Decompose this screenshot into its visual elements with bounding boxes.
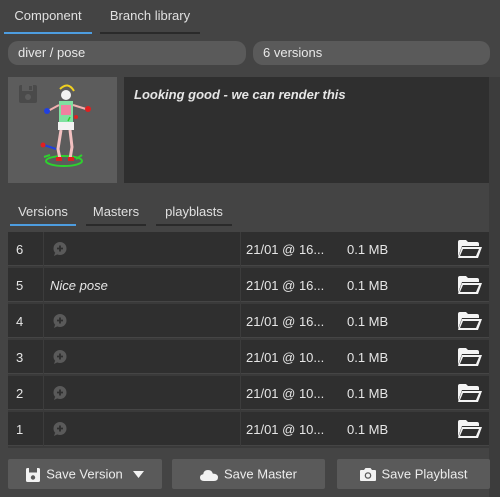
column-divider — [240, 412, 241, 446]
table-row[interactable]: 3 21/01 @ 10... 0.1 MB — [8, 340, 489, 374]
version-size: 0.1 MB — [347, 242, 389, 257]
save-master-label: Save Master — [224, 466, 297, 482]
table-row[interactable]: 4 21/01 @ 16... 0.1 MB — [8, 304, 489, 338]
version-size: 0.1 MB — [347, 422, 389, 437]
version-date: 21/01 @ 10... — [246, 350, 325, 365]
folder-icon[interactable] — [457, 383, 483, 403]
add-comment-icon[interactable] — [52, 421, 68, 437]
chevron-down-icon[interactable] — [132, 471, 144, 479]
column-divider — [43, 412, 44, 446]
tab-component[interactable]: Component — [4, 8, 92, 34]
column-divider — [240, 232, 241, 266]
folder-icon[interactable] — [457, 347, 483, 367]
column-divider — [43, 268, 44, 302]
tab-versions[interactable]: Versions — [10, 204, 76, 226]
add-comment-icon[interactable] — [52, 385, 68, 401]
save-playblast-button[interactable]: Save Playblast — [337, 459, 490, 489]
folder-icon[interactable] — [457, 419, 483, 439]
tab-versions-label: Versions — [18, 204, 68, 219]
version-size: 0.1 MB — [347, 278, 389, 293]
folder-icon[interactable] — [457, 311, 483, 331]
table-row[interactable]: 6 21/01 @ 16... 0.1 MB — [8, 232, 489, 266]
folder-icon[interactable] — [457, 239, 483, 259]
active-tab-indicator — [4, 32, 92, 34]
version-number: 2 — [16, 386, 24, 401]
version-number: 6 — [16, 242, 24, 257]
version-number: 1 — [16, 422, 24, 437]
add-comment-icon[interactable] — [52, 241, 68, 257]
versions-table: 6 21/01 @ 16... 0.1 MB 5 Nice pose 21/01… — [8, 232, 489, 448]
active-tab-indicator — [10, 224, 76, 226]
tab-masters-label: Masters — [92, 204, 140, 219]
top-tab-bar: Component Branch library — [0, 0, 500, 34]
column-divider — [240, 376, 241, 410]
tab-underline — [86, 224, 146, 226]
version-number: 4 — [16, 314, 24, 329]
column-divider — [43, 340, 44, 374]
sub-tab-bar: Versions Masters playblasts — [0, 196, 500, 228]
scrollbar[interactable] — [489, 77, 500, 497]
table-row[interactable]: 2 21/01 @ 10... 0.1 MB — [8, 376, 489, 410]
column-divider — [43, 232, 44, 266]
character-figure — [40, 84, 91, 167]
version-size: 0.1 MB — [347, 314, 389, 329]
version-comment[interactable]: Looking good - we can render this — [124, 77, 490, 183]
version-date: 21/01 @ 10... — [246, 422, 325, 437]
thumbnail[interactable] — [8, 77, 117, 183]
component-path-field: diver / pose — [8, 41, 246, 65]
folder-icon[interactable] — [457, 275, 483, 295]
column-divider — [240, 268, 241, 302]
column-divider — [43, 376, 44, 410]
save-playblast-label: Save Playblast — [381, 466, 468, 482]
version-size: 0.1 MB — [347, 350, 389, 365]
tab-underline — [156, 224, 232, 226]
save-version-button[interactable]: Save Version — [8, 459, 162, 489]
table-row[interactable]: 1 21/01 @ 10... 0.1 MB — [8, 412, 489, 446]
version-number: 5 — [16, 278, 24, 293]
camera-icon — [359, 468, 376, 482]
save-master-button[interactable]: Save Master — [172, 459, 325, 489]
save-version-label: Save Version — [46, 466, 123, 482]
save-icon — [26, 467, 41, 482]
column-divider — [43, 304, 44, 338]
version-number: 3 — [16, 350, 24, 365]
save-icon — [19, 85, 37, 103]
add-comment-icon[interactable] — [52, 349, 68, 365]
add-comment-icon[interactable] — [52, 313, 68, 329]
version-note[interactable]: Nice pose — [50, 278, 108, 293]
version-date: 21/01 @ 16... — [246, 242, 325, 257]
column-divider — [240, 304, 241, 338]
tab-playblasts-label: playblasts — [165, 204, 223, 219]
table-row[interactable]: 5 Nice pose 21/01 @ 16... 0.1 MB — [8, 268, 489, 302]
tab-component-label: Component — [14, 8, 82, 23]
cloud-icon — [200, 469, 218, 481]
tab-playblasts[interactable]: playblasts — [156, 204, 232, 226]
version-date: 21/01 @ 16... — [246, 314, 325, 329]
tab-branch-library[interactable]: Branch library — [100, 8, 200, 34]
column-divider — [240, 340, 241, 374]
tab-masters[interactable]: Masters — [86, 204, 146, 226]
versions-count-field: 6 versions — [253, 41, 490, 65]
tab-branch-library-label: Branch library — [109, 8, 191, 23]
tab-underline — [100, 32, 200, 34]
version-date: 21/01 @ 10... — [246, 386, 325, 401]
version-date: 21/01 @ 16... — [246, 278, 325, 293]
version-size: 0.1 MB — [347, 386, 389, 401]
